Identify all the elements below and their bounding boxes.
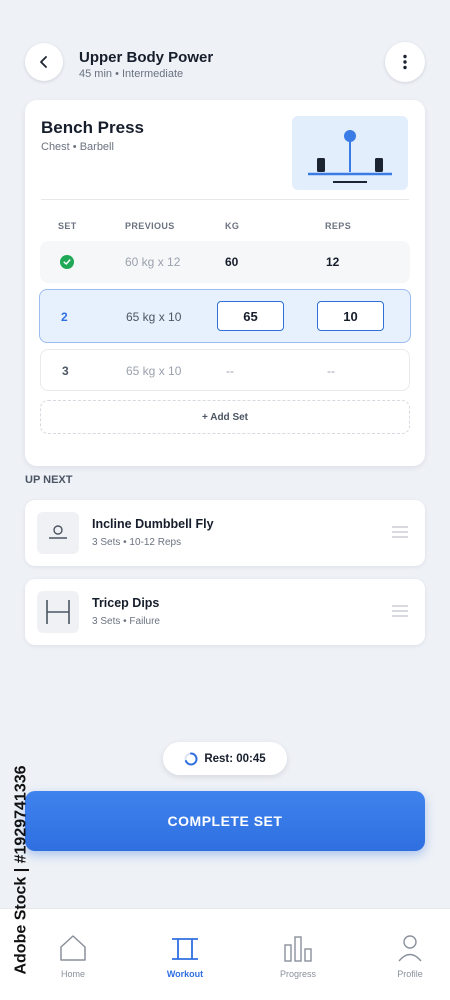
set-row-completed[interactable]: 60 kg x 12 60 12 [40, 241, 410, 283]
exercise-thumbnail [292, 116, 408, 190]
nav-label: Progress [279, 969, 316, 979]
up-next-item[interactable]: Tricep Dips 3 Sets • Failure [25, 579, 425, 645]
page-title: Upper Body Power [79, 49, 214, 66]
stock-watermark: Adobe Stock | #1929741336 [4, 750, 40, 990]
dip-bars-icon [37, 591, 79, 633]
drag-handle-icon[interactable] [391, 525, 409, 539]
set-number: 2 [61, 310, 68, 324]
reps-input[interactable]: 10 [317, 301, 384, 331]
nav-item-progress[interactable]: Progress [258, 933, 338, 979]
up-next-heading: UP NEXT [25, 474, 73, 486]
col-reps: REPS [325, 221, 352, 231]
col-kg: KG [225, 221, 240, 231]
stock-watermark-text: Adobe Stock | #1929741336 [13, 765, 31, 975]
barbell-icon [308, 130, 392, 183]
divider [41, 199, 409, 200]
exercise-meta: Chest • Barbell [41, 141, 114, 153]
home-icon [60, 935, 86, 961]
up-next-meta: 3 Sets • 10-12 Reps [92, 537, 182, 548]
exercise-card: Bench Press Chest • Barbell SET PREVIOUS… [25, 100, 425, 466]
reps-value: 12 [326, 255, 340, 269]
set-row-pending[interactable]: 3 65 kg x 10 -- -- [40, 349, 410, 391]
nav-label: Profile [397, 969, 423, 979]
complete-set-button[interactable]: COMPLETE SET [25, 791, 425, 851]
more-vertical-icon [403, 54, 407, 70]
kg-value: 60 [225, 255, 239, 269]
up-next-title: Incline Dumbbell Fly [92, 517, 214, 531]
add-set-button[interactable]: + Add Set [40, 400, 410, 434]
nav-label: Home [60, 969, 85, 979]
timer-ring-icon [184, 751, 198, 765]
bar-chart-icon [284, 936, 312, 962]
drag-handle-icon[interactable] [391, 604, 409, 618]
rest-timer[interactable]: Rest: 00:45 [163, 742, 287, 775]
col-set: SET [58, 221, 77, 231]
rest-timer-label: Rest: 00:45 [204, 752, 266, 765]
kg-value: -- [226, 364, 234, 378]
nav-item-workout[interactable]: Workout [145, 933, 225, 979]
col-previous: PREVIOUS [125, 221, 175, 231]
header: Upper Body Power 45 min • Intermediate [0, 0, 450, 110]
previous-value: 65 kg x 10 [126, 364, 182, 378]
set-row-active[interactable]: 2 65 kg x 10 65 10 [39, 289, 411, 343]
up-next-meta: 3 Sets • Failure [92, 616, 160, 627]
user-icon [398, 935, 422, 962]
more-menu-button[interactable] [385, 42, 425, 82]
bench-icon [37, 512, 79, 554]
page-subtitle: 45 min • Intermediate [79, 68, 184, 80]
nav-label: Workout [166, 969, 204, 979]
previous-value: 65 kg x 10 [126, 310, 182, 324]
nav-item-profile[interactable]: Profile [370, 933, 450, 979]
kg-input[interactable]: 65 [217, 301, 284, 331]
nav-item-home[interactable]: Home [33, 933, 113, 979]
chevron-left-icon [40, 56, 47, 68]
up-next-item[interactable]: Incline Dumbbell Fly 3 Sets • 10-12 Reps [25, 500, 425, 566]
check-circle-icon [60, 255, 74, 269]
workout-icon [172, 938, 198, 960]
set-number: 3 [62, 364, 69, 378]
back-button[interactable] [25, 43, 63, 81]
exercise-name: Bench Press [41, 118, 144, 137]
up-next-title: Tricep Dips [92, 596, 160, 610]
reps-value: -- [327, 364, 335, 378]
bottom-nav: Home Workout Progress Profile [0, 908, 450, 1000]
previous-value: 60 kg x 12 [125, 255, 181, 269]
